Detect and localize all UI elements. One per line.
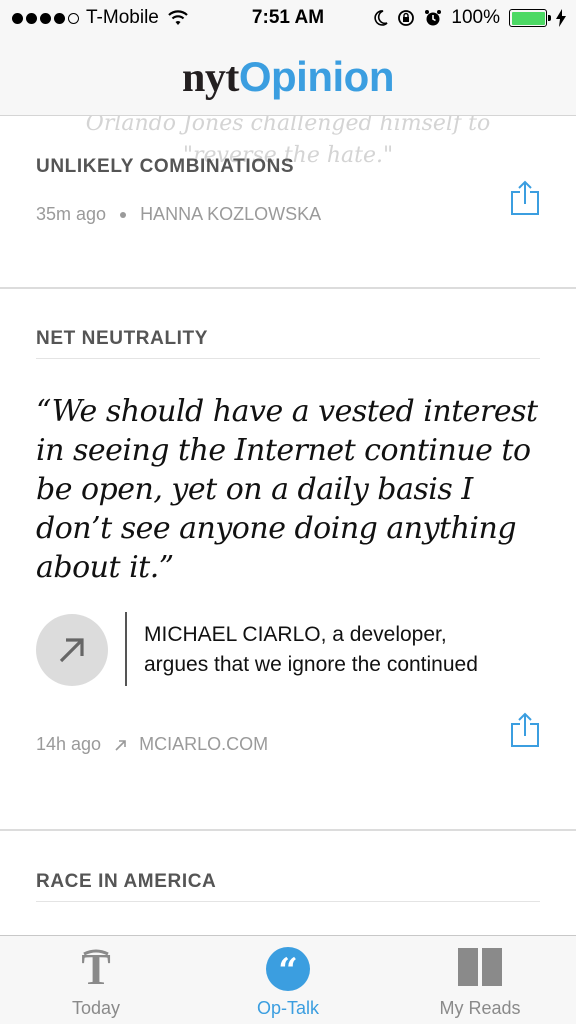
alarm-icon <box>425 10 442 26</box>
pull-quote[interactable]: “We should have a vested interest in see… <box>36 392 540 587</box>
quote-line: in seeing the Internet continue to <box>36 433 531 468</box>
card-divider <box>0 287 576 289</box>
tab-op-talk[interactable]: “ Op-Talk <box>218 936 358 1024</box>
section-rule <box>36 901 540 902</box>
bullet-separator <box>120 211 127 218</box>
quote-line: don’t see anyone doing anything <box>36 511 517 546</box>
card-meta: 14h ago MCIARLO.COM <box>36 734 268 755</box>
external-link-circle-icon[interactable] <box>36 614 108 686</box>
tab-label: Op-Talk <box>256 998 319 1018</box>
logo-opinion-overlay: Opinion <box>238 53 395 100</box>
source-line: argues that we ignore the continued <box>144 653 478 676</box>
quote-icon: “ <box>266 947 310 991</box>
byline[interactable]: HANNA KOZLOWSKA <box>140 204 321 225</box>
timestamp: 14h ago <box>36 734 102 754</box>
logo-nyt-overlay: nyt <box>182 55 239 101</box>
nyt-t-icon: T <box>81 946 110 990</box>
app-header-overlay: nytOpinion <box>0 40 576 116</box>
quote-line: about it.” <box>36 550 174 585</box>
tab-my-reads[interactable]: My Reads <box>410 936 550 1024</box>
external-link-arrow-icon <box>115 739 126 751</box>
tab-today[interactable]: T Today <box>26 936 166 1024</box>
share-icon[interactable] <box>510 712 540 748</box>
tab-label: My Reads <box>439 998 521 1018</box>
quote-source[interactable]: MICHAEL CIARLO, a developer, argues that… <box>36 612 540 688</box>
quote-line: be open, yet on a daily basis I <box>36 472 473 507</box>
quote-line: “We should have a vested interest <box>36 394 538 429</box>
tab-label: Today <box>71 998 121 1018</box>
source-line: MICHAEL CIARLO, a developer, <box>144 623 447 646</box>
status-right: 100% <box>374 7 566 29</box>
card-divider <box>0 829 576 831</box>
card-meta: 35m ago HANNA KOZLOWSKA <box>36 204 321 225</box>
svg-text:“: “ <box>278 951 298 991</box>
tab-bar: T Today “ Op-Talk My Reads <box>0 935 576 1024</box>
source-divider <box>125 612 127 686</box>
moon-icon <box>374 10 388 26</box>
battery-icon <box>509 9 551 27</box>
source-text: MICHAEL CIARLO, a developer, argues that… <box>144 620 478 680</box>
timestamp: 35m ago <box>36 204 107 224</box>
battery-percent: 100% <box>451 7 500 28</box>
section-label-race-in-america[interactable]: RACE IN AMERICA <box>36 871 216 893</box>
status-bar: T-Mobile 7:51 AM 100% <box>0 0 576 40</box>
section-label-unlikely-combinations[interactable]: UNLIKELY COMBINATIONS <box>36 156 294 178</box>
section-rule <box>36 358 540 359</box>
source-link[interactable]: MCIARLO.COM <box>139 734 268 755</box>
book-icon <box>458 948 502 986</box>
nyt-opinion-logo-overlay: nytOpinion <box>182 53 395 102</box>
share-icon[interactable] <box>510 180 540 216</box>
section-label-net-neutrality[interactable]: NET NEUTRALITY <box>36 328 208 350</box>
charging-bolt-icon <box>556 9 566 27</box>
rotation-lock-icon <box>398 10 415 26</box>
